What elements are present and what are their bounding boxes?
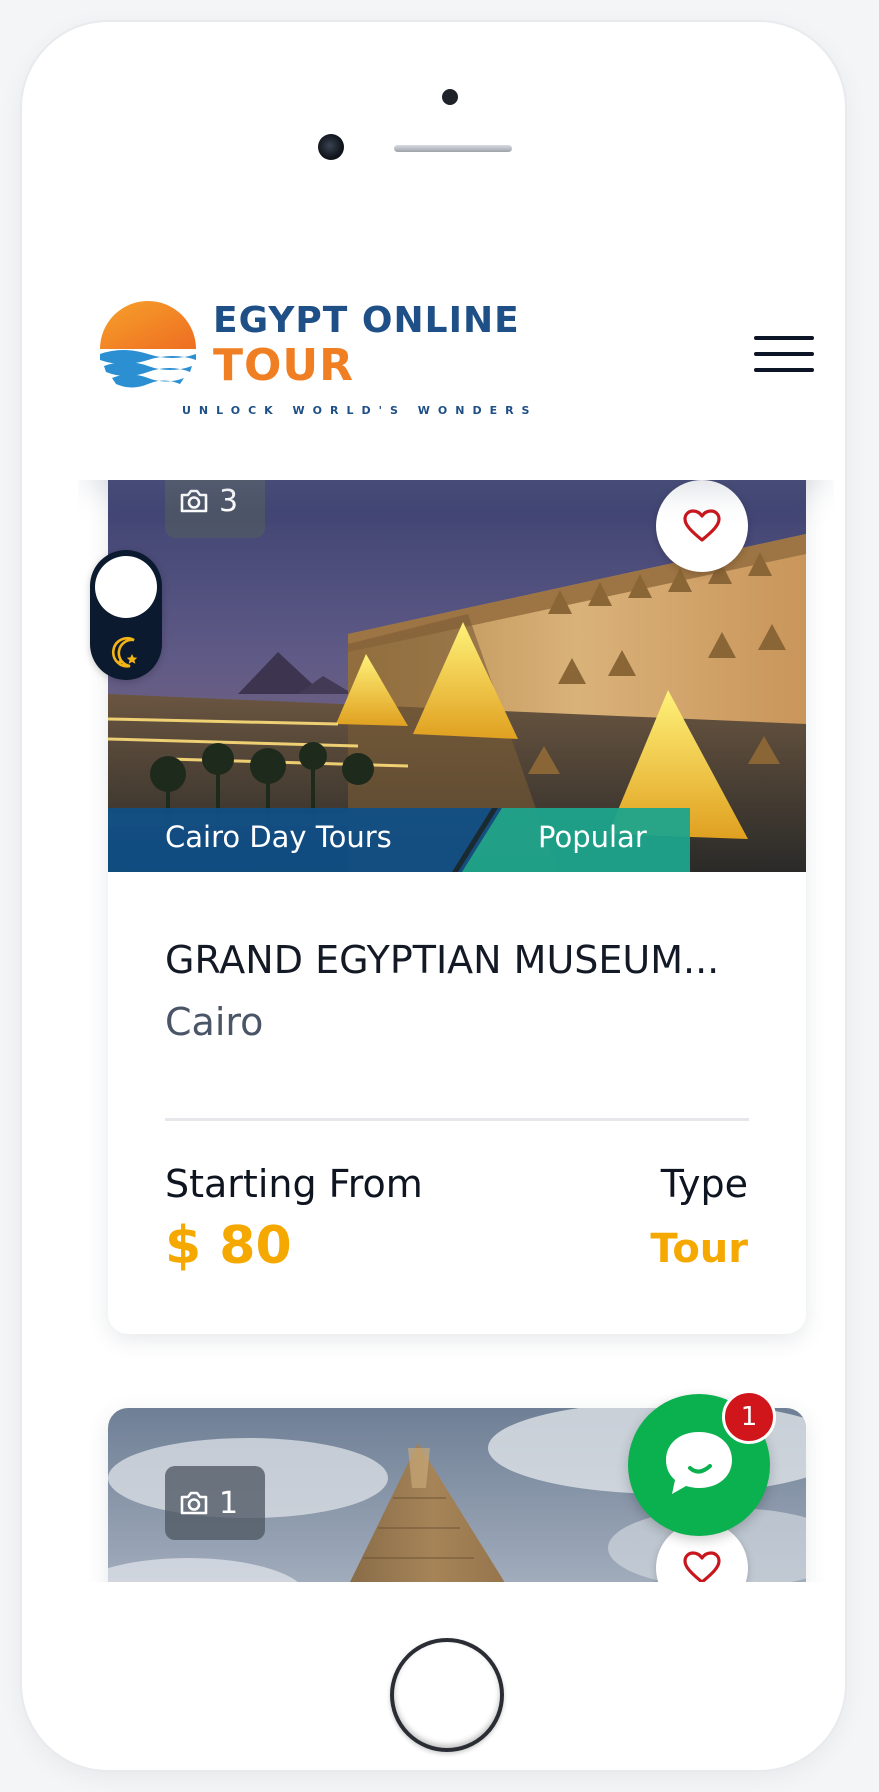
- phone-frame: 3 Cairo Day Tours Popular GRAND EGYPTIAN…: [22, 22, 845, 1770]
- category-bar: Cairo Day Tours Popular: [108, 808, 806, 872]
- phone-home-button: [390, 1638, 504, 1752]
- photo-count-value: 3: [219, 483, 239, 519]
- theme-toggle-knob: [95, 556, 157, 618]
- popular-badge: Popular: [538, 820, 647, 854]
- screen: 3 Cairo Day Tours Popular GRAND EGYPTIAN…: [78, 244, 834, 1582]
- logo-subtitle: TOUR: [213, 340, 355, 391]
- price-label: Starting From: [165, 1162, 423, 1206]
- tour-title[interactable]: GRAND EGYPTIAN MUSEUM...: [165, 938, 755, 982]
- site-header: EGYPT ONLINE TOUR UNLOCK WORLD'S WONDERS: [78, 244, 834, 480]
- camera-icon: [180, 1491, 208, 1515]
- site-logo[interactable]: EGYPT ONLINE TOUR UNLOCK WORLD'S WONDERS: [98, 294, 529, 424]
- camera-icon: [180, 489, 208, 513]
- type-value: Tour: [650, 1226, 748, 1272]
- theme-toggle[interactable]: [90, 550, 162, 680]
- photo-count-badge[interactable]: 1: [165, 1466, 265, 1540]
- moon-stars-icon: [111, 637, 138, 668]
- phone-speaker: [394, 145, 512, 152]
- divider: [165, 1118, 749, 1121]
- tour-location: Cairo: [165, 1000, 264, 1044]
- heart-icon: [683, 1551, 721, 1582]
- photo-count-value: 1: [219, 1485, 239, 1521]
- type-label: Type: [660, 1162, 748, 1206]
- chat-unread-badge: 1: [722, 1390, 776, 1444]
- heart-icon: [683, 509, 721, 542]
- price-value: $ 80: [165, 1216, 292, 1276]
- phone-front-lens: [318, 134, 344, 160]
- logo-tagline: UNLOCK WORLD'S WONDERS: [182, 404, 538, 417]
- logo-sun-wave-icon: [100, 301, 196, 388]
- tour-card-body: GRAND EGYPTIAN MUSEUM... Cairo Starting …: [108, 872, 806, 1334]
- tour-card[interactable]: 3 Cairo Day Tours Popular GRAND EGYPTIAN…: [108, 394, 806, 1334]
- phone-camera: [442, 89, 458, 105]
- logo-title: EGYPT ONLINE: [213, 300, 520, 341]
- hamburger-menu-icon[interactable]: [754, 334, 814, 378]
- category-link[interactable]: Cairo Day Tours: [165, 820, 392, 854]
- favorite-button[interactable]: [656, 480, 748, 572]
